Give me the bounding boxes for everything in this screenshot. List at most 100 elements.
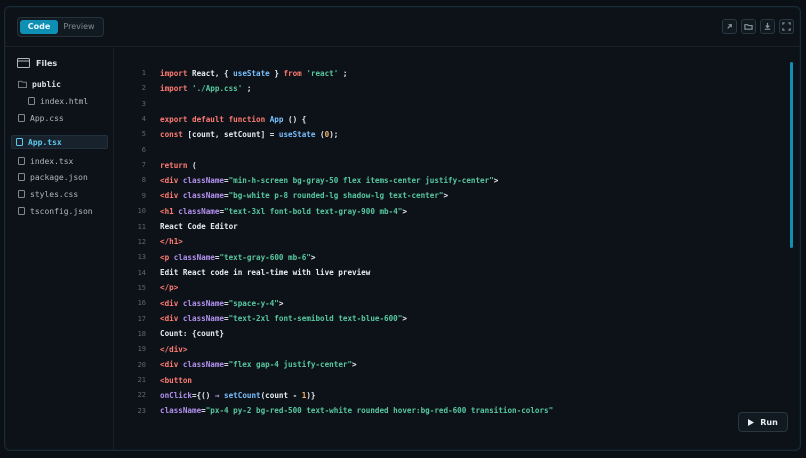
- code-token: <button: [160, 375, 193, 385]
- code-token: export default function: [160, 114, 270, 124]
- line-number: 20: [137, 360, 146, 369]
- code-text: const [count, setCount] = useState (0);: [160, 130, 338, 139]
- line-number: 12: [137, 237, 146, 246]
- editor-scrollbar[interactable]: [790, 62, 793, 248]
- file-index-html[interactable]: index.html: [28, 94, 88, 108]
- line-number: 11: [137, 222, 146, 231]
- code-text: <button: [160, 376, 192, 385]
- code-line: 13 <p className="text-gray-600 mb-6">: [115, 250, 316, 264]
- code-token: >: [310, 252, 316, 262]
- line-number: 4: [141, 115, 146, 124]
- code-token: <div: [160, 360, 183, 370]
- line-number: 7: [141, 161, 146, 170]
- code-token: "space-y-4": [228, 298, 279, 308]
- code-token: </p>: [160, 283, 179, 293]
- code-token: className: [182, 191, 225, 201]
- code-line: 14 Edit React code in real-time with live…: [115, 266, 371, 280]
- code-text: React Code Editor: [160, 222, 238, 231]
- view-tabs: Code Preview: [17, 17, 104, 37]
- code-token: className: [160, 406, 202, 416]
- code-token: Count: {count}: [160, 329, 225, 339]
- file-icon: [18, 207, 25, 215]
- code-text: <div className="text-2xl font-semibold t…: [160, 314, 407, 323]
- code-token: "flex gap-4 justify-center": [228, 360, 353, 370]
- folder-icon: [18, 80, 27, 88]
- code-token: >: [402, 314, 407, 324]
- code-token: './App.css': [192, 83, 243, 93]
- code-token: 'react': [306, 68, 339, 78]
- line-number: 23: [137, 406, 146, 415]
- download-icon: [764, 22, 771, 30]
- code-text: Count: {count}: [160, 329, 224, 338]
- file-app-tsx[interactable]: App.tsx: [11, 135, 108, 149]
- top-bar: Code Preview: [5, 7, 800, 47]
- line-number: 10: [137, 207, 146, 216]
- file-icon: [28, 97, 35, 105]
- code-text: <div className="bg-white p-8 rounded-lg …: [160, 191, 448, 200]
- code-line: 22 onClick={() ⇒ setCount(count - 1)}: [115, 388, 316, 402]
- tab-code[interactable]: Code: [20, 20, 58, 34]
- tab-preview[interactable]: Preview: [58, 20, 100, 34]
- download-button[interactable]: [760, 19, 775, 34]
- code-line: 16 <div className="space-y-4">: [115, 296, 284, 310]
- code-line: 5 const [count, setCount] = useState (0);: [115, 127, 339, 141]
- code-line: 10 <h1 className="text-3xl font-bold text…: [115, 204, 407, 218]
- code-text: import './App.css' ;: [160, 84, 251, 93]
- code-text: <div className="min-h-screen bg-gray-50 …: [160, 176, 498, 185]
- line-number: 6: [141, 145, 146, 154]
- code-token: className: [178, 206, 220, 216]
- file-package-json[interactable]: package.json: [18, 170, 88, 184]
- fullscreen-button[interactable]: [779, 19, 794, 34]
- run-button[interactable]: Run: [738, 412, 788, 432]
- code-token: [count, setCount] =: [187, 129, 279, 139]
- code-line: 8 <div className="min-h-screen bg-gray-50…: [115, 173, 499, 187]
- code-line: 6: [115, 143, 160, 157]
- code-line: 1 import React, { useState } from 'react'…: [115, 66, 348, 80]
- line-number: 3: [141, 99, 146, 108]
- code-line: 20 <div className="flex gap-4 justify-cen…: [115, 358, 357, 372]
- file-label: tsconfig.json: [30, 206, 93, 216]
- code-token: React Code Editor: [160, 222, 238, 231]
- code-token: "text-gray-600 mb-6": [219, 252, 311, 262]
- code-token: >: [443, 191, 449, 201]
- code-line: 19 </div>: [115, 342, 188, 356]
- files-title: Files: [36, 58, 58, 68]
- line-number: 16: [137, 299, 146, 308]
- folder-public[interactable]: public: [18, 77, 61, 91]
- code-token: App: [269, 114, 284, 124]
- file-icon: [18, 157, 25, 165]
- file-label: package.json: [30, 172, 88, 182]
- code-token: );: [329, 129, 339, 139]
- file-label: styles.css: [30, 189, 79, 199]
- code-editor[interactable]: 1 import React, { useState } from 'react'…: [115, 48, 800, 450]
- code-token: >: [352, 360, 357, 370]
- code-token: const: [160, 129, 188, 139]
- code-token: className: [182, 298, 225, 308]
- code-text: <div className="space-y-4">: [160, 299, 283, 308]
- open-external-button[interactable]: [722, 19, 737, 34]
- code-text: return (: [160, 161, 197, 170]
- code-token: import: [160, 83, 193, 93]
- file-app-css[interactable]: App.css: [18, 111, 64, 125]
- external-link-icon: [727, 24, 732, 29]
- line-number: 13: [137, 253, 146, 262]
- folder-icon: [744, 24, 753, 30]
- code-line: 17 <div className="text-2xl font-semibold…: [115, 312, 407, 326]
- code-token: <h1: [160, 206, 179, 216]
- open-folder-button[interactable]: [741, 19, 756, 34]
- code-token: >: [402, 206, 407, 216]
- code-token: onClick: [160, 390, 193, 400]
- line-number: 15: [137, 283, 146, 292]
- code-line: 4 export default function App () {: [115, 112, 307, 126]
- file-index-tsx[interactable]: index.tsx: [18, 154, 73, 168]
- code-token: <div: [160, 191, 183, 201]
- code-text: <h1 className="text-3xl font-bold text-g…: [160, 207, 407, 216]
- code-line: 7 return (: [115, 158, 197, 172]
- file-styles-css[interactable]: styles.css: [18, 187, 78, 201]
- code-text: </h1>: [160, 237, 183, 246]
- file-tsconfig-json[interactable]: tsconfig.json: [18, 204, 93, 218]
- file-label: index.tsx: [30, 156, 74, 166]
- code-text: export default function App () {: [160, 115, 306, 124]
- code-line: 15 </p>: [115, 281, 179, 295]
- code-token: <div: [160, 175, 183, 185]
